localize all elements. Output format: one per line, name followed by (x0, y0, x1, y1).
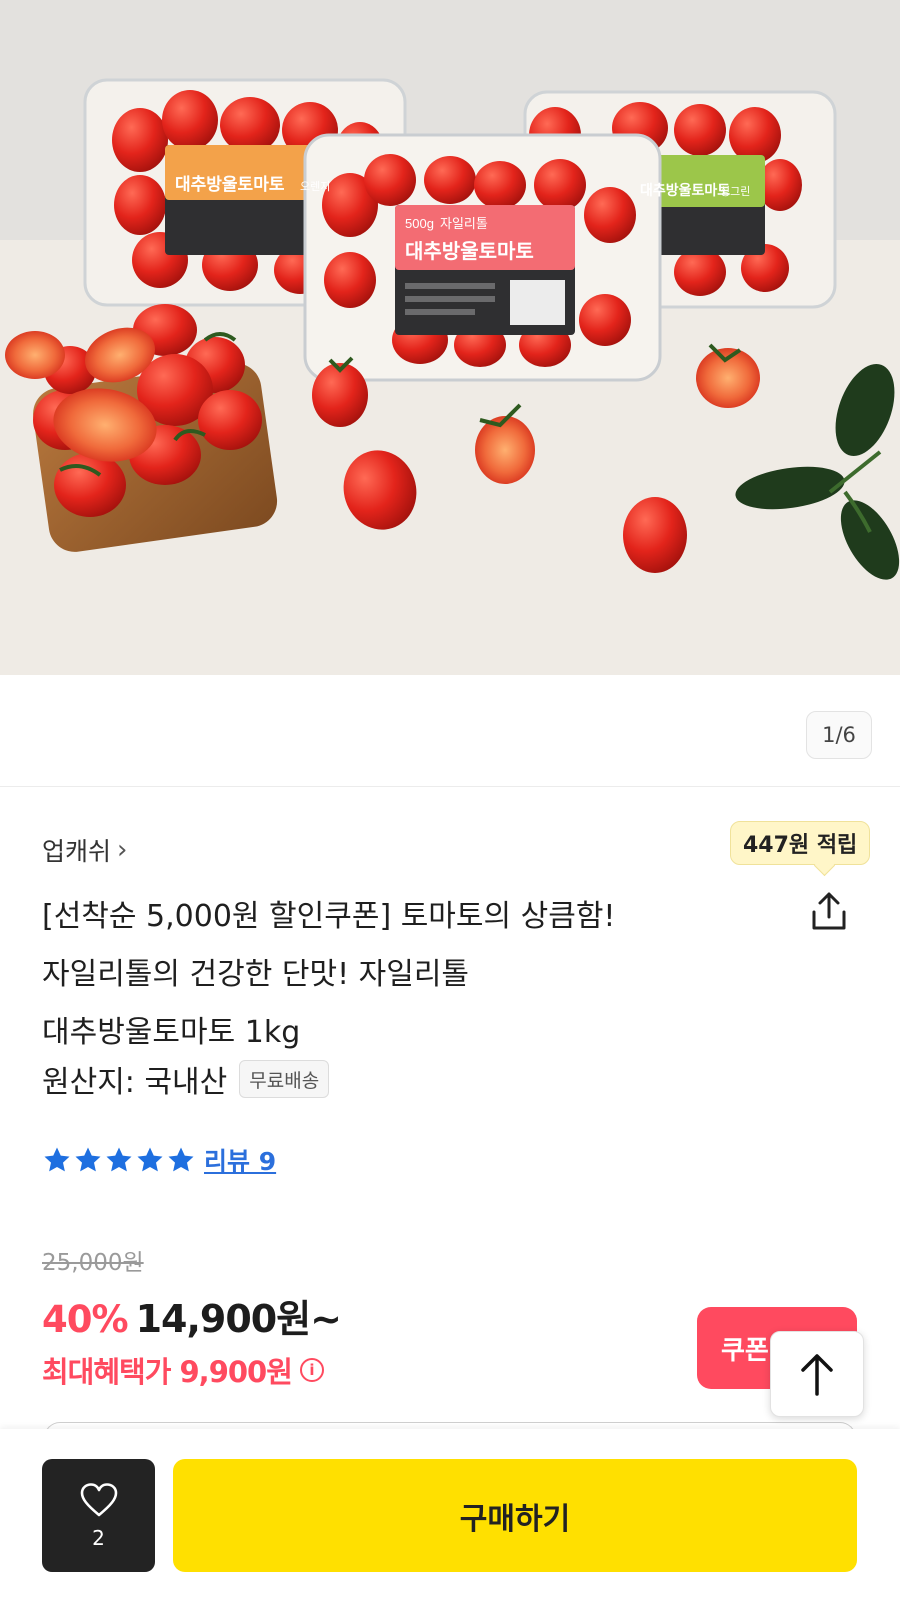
heart-icon (80, 1482, 117, 1516)
package-name-right: 대추방울토마토 (640, 182, 730, 198)
price-row: 40% 14,900원~ (42, 1288, 342, 1343)
buy-button[interactable]: 구매하기 (173, 1459, 857, 1572)
star-icon (106, 1147, 132, 1172)
image-counter: 1/6 (806, 711, 872, 759)
like-count: 2 (92, 1525, 105, 1550)
like-button[interactable]: 2 (42, 1459, 155, 1572)
package-weight: 500g (405, 216, 434, 231)
product-title-line: [선착순 5,000원 할인쿠폰] 토마토의 상큼함! (42, 899, 616, 934)
package-name-left: 대추방울토마토 (175, 175, 285, 194)
star-icon (137, 1147, 163, 1172)
product-photo: 500g 대추방울토마토 자일리톨 대추방울토마토 오렌지 대추방울토마토 싱그… (0, 0, 900, 675)
rating-row[interactable]: 리뷰 9 (42, 1142, 276, 1178)
review-link[interactable]: 리뷰 9 (204, 1142, 276, 1178)
free-shipping-badge: 무료배송 (239, 1060, 330, 1098)
package-brand: 자일리톨 (440, 216, 488, 231)
points-badge: 447원 적립 (730, 821, 871, 865)
max-benefit-price[interactable]: 최대혜택가 9,900원 i (42, 1349, 324, 1391)
star-icon (168, 1147, 194, 1172)
seller-name: 업캐쉬 (42, 837, 112, 866)
rating-stars (42, 1145, 196, 1175)
star-icon (75, 1147, 101, 1172)
chevron-right-icon: › (117, 835, 128, 865)
info-icon[interactable]: i (299, 1358, 324, 1382)
discount-rate: 40% (42, 1298, 129, 1341)
bottom-action-bar: 2 구매하기 (0, 1429, 900, 1608)
product-title-line: 대추방울토마토 1kg (42, 1015, 301, 1050)
sale-price: 14,900원~ (135, 1297, 342, 1341)
product-title: [선착순 5,000원 할인쿠폰] 토마토의 상큼함! 자일리톨의 건강한 단맛… (42, 888, 742, 1062)
product-title-line: 자일리톨의 건강한 단맛! 자일리톨 (42, 957, 470, 992)
star-icon (44, 1147, 70, 1172)
original-price: 25,000원 (42, 1250, 144, 1276)
coupon-button-label: 쿠폰 (721, 1335, 769, 1366)
scroll-top-button[interactable] (770, 1331, 864, 1417)
package-name: 대추방울토마토 (405, 240, 534, 263)
share-button[interactable] (806, 888, 852, 934)
share-icon (812, 892, 846, 930)
section-divider (0, 786, 900, 787)
origin-row: 원산지: 국내산 무료배송 (42, 1057, 330, 1101)
seller-link[interactable]: 업캐쉬 › (42, 832, 127, 868)
buy-button-label: 구매하기 (459, 1501, 571, 1537)
max-benefit-label: 최대혜택가 9,900원 (42, 1355, 293, 1389)
origin-label: 원산지: 국내산 (42, 1065, 228, 1100)
package-flavor-left: 오렌지 (300, 180, 330, 193)
package-flavor-right: 싱그린 (720, 185, 750, 198)
product-image[interactable]: 500g 대추방울토마토 자일리톨 대추방울토마토 오렌지 대추방울토마토 싱그… (0, 0, 900, 675)
arrow-up-icon (801, 1354, 833, 1396)
